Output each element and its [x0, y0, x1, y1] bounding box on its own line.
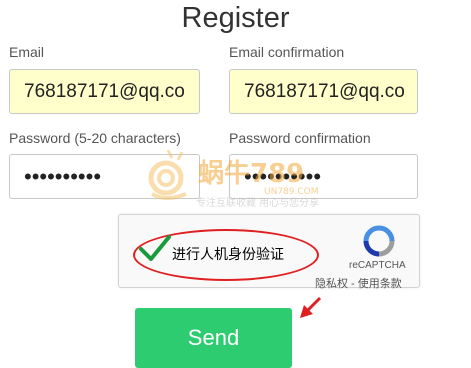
captcha-prompt: 进行人机身份验证 — [172, 246, 284, 262]
page-title: Register — [181, 2, 290, 34]
recaptcha-widget[interactable]: 进行人机身份验证 reCAPTCHA 隐私权 - 使用条款 — [118, 214, 420, 291]
checkmark-icon[interactable] — [138, 233, 172, 263]
email-confirmation-field[interactable]: 768187171@qq.co — [229, 69, 418, 114]
privacy-terms-link[interactable]: 隐私权 - 使用条款 — [315, 275, 402, 291]
watermark-logo: 蜗牛789 UN789.COM 专注互联收藏 用心与您分享 — [148, 150, 319, 209]
send-button[interactable]: Send — [135, 308, 292, 368]
recaptcha-brand: reCAPTCHA — [349, 260, 406, 271]
svg-text:专注互联收藏 用心与您分享: 专注互联收藏 用心与您分享 — [196, 196, 319, 209]
password-confirmation-label: Password confirmation — [229, 130, 371, 146]
annotation-arrow-icon — [300, 296, 322, 318]
password-label: Password (5-20 characters) — [9, 130, 181, 146]
recaptcha-logo-icon — [363, 225, 395, 257]
svg-text:蜗牛789: 蜗牛789 — [198, 159, 304, 189]
email-label: Email — [9, 44, 45, 60]
svg-text:UN789.COM: UN789.COM — [264, 187, 319, 197]
email-field[interactable]: 768187171@qq.co — [9, 69, 200, 114]
email-confirmation-label: Email confirmation — [229, 44, 345, 60]
